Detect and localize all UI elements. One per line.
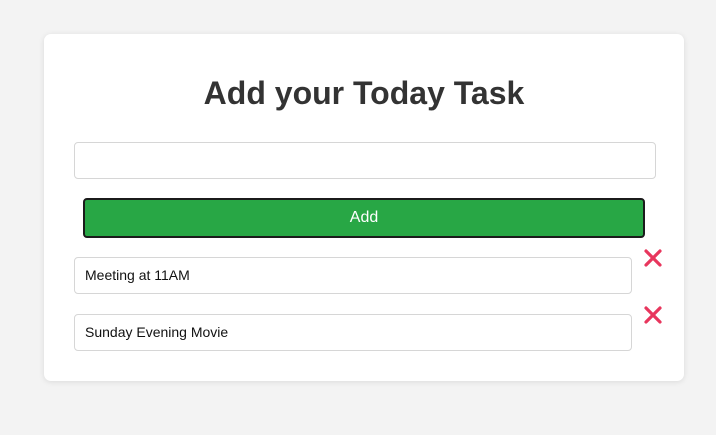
add-button[interactable]: Add <box>83 198 645 238</box>
delete-task-button[interactable] <box>642 304 664 326</box>
task-input[interactable] <box>74 142 656 179</box>
page-title: Add your Today Task <box>203 75 525 111</box>
todo-card: Add your Today Task Add Meeting at 11AM … <box>44 34 684 381</box>
task-item: Meeting at 11AM <box>74 249 674 294</box>
task-item: Sunday Evening Movie <box>74 306 674 351</box>
task-text[interactable]: Meeting at 11AM <box>74 257 632 294</box>
delete-task-button[interactable] <box>642 247 664 269</box>
close-icon <box>644 249 662 267</box>
task-text[interactable]: Sunday Evening Movie <box>74 314 632 351</box>
close-icon <box>644 306 662 324</box>
